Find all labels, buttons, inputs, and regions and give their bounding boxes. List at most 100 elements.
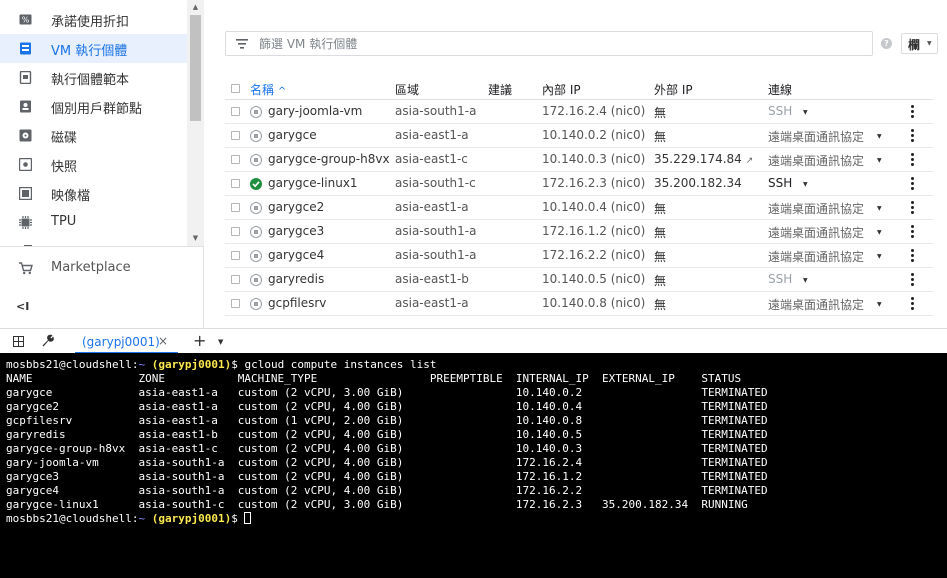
terminal[interactable]: mosbbs21@cloudshell:~ (garypj0001)$ gclo… <box>0 353 947 578</box>
help-icon[interactable]: ? <box>881 38 892 49</box>
instance-name-link[interactable]: garygce-linux1 <box>268 176 358 190</box>
row-checkbox[interactable] <box>231 299 240 308</box>
instance-name-link[interactable]: garygce <box>268 128 317 142</box>
table-row[interactable]: gcpfilesrv asia-east1-a 10.140.0.8 (nic0) 無… <box>225 292 933 316</box>
external-ip[interactable]: 35.229.174.84 <box>654 152 742 166</box>
table-row[interactable]: gary-joomla-vm asia-south1-a 172.16.2.4 (n… <box>225 100 933 124</box>
row-checkbox[interactable] <box>231 131 240 140</box>
sidebar-item-6[interactable]: 映像檔 <box>0 179 187 208</box>
instance-name-link[interactable]: gary-joomla-vm <box>268 104 362 118</box>
shell-session-tab[interactable]: (garypj0001) × <box>75 329 178 354</box>
row-checkbox[interactable] <box>231 155 240 164</box>
grid-icon[interactable] <box>13 336 24 347</box>
stopped-status-icon <box>250 154 262 166</box>
table-row[interactable]: garygce4 asia-south1-a 172.16.2.2 (nic0) 無 遠… <box>225 244 933 268</box>
sidebar-item-4[interactable]: 磁碟 <box>0 121 187 150</box>
column-header-external-ip[interactable]: 外部 IP <box>654 81 693 98</box>
connect-dropdown-arrow[interactable]: ▼ <box>877 157 882 164</box>
select-all-checkbox[interactable] <box>231 84 240 93</box>
add-tab-button[interactable]: + <box>193 331 206 350</box>
filter-box[interactable] <box>225 31 873 56</box>
connect-dropdown-arrow[interactable]: ▼ <box>803 109 808 116</box>
instance-name-link[interactable]: gcpfilesrv <box>268 296 326 310</box>
column-header-zone[interactable]: 區域 <box>395 81 419 98</box>
sidebar-item-2[interactable]: 執行個體範本 <box>0 63 187 92</box>
more-actions-icon[interactable] <box>911 249 915 263</box>
external-ip: 無 <box>654 250 667 264</box>
close-icon[interactable]: × <box>158 334 168 348</box>
connect-button[interactable]: SSH <box>768 176 792 190</box>
columns-button[interactable]: 欄 ▼ <box>901 33 938 54</box>
connect-button[interactable]: 遠端桌面通訊協定 <box>768 224 864 241</box>
table-row[interactable]: garygce-group-h8vx asia-east1-c 10.140.0.3… <box>225 148 933 172</box>
nic-label: (nic0) <box>610 200 646 214</box>
internal-ip-cell: 172.16.2.3 (nic0) <box>542 176 645 190</box>
connect-dropdown-arrow[interactable]: ▼ <box>803 181 808 188</box>
stopped-status-icon <box>250 226 262 238</box>
connect-dropdown-arrow[interactable]: ▼ <box>877 205 882 212</box>
connect-dropdown-arrow[interactable]: ▼ <box>877 301 882 308</box>
column-header-connect[interactable]: 連線 <box>768 81 792 98</box>
terminal-prompt-line[interactable]: mosbbs21@cloudshell:~ (garypj0001)$ <box>6 512 947 526</box>
sidebar-item-3[interactable]: 個別用戶群節點 <box>0 92 187 121</box>
instance-name-link[interactable]: garygce-group-h8vx <box>268 152 390 166</box>
connect-dropdown-arrow[interactable]: ▼ <box>803 277 808 284</box>
sidebar-item-marketplace[interactable]: Marketplace <box>0 255 187 281</box>
connect-dropdown-arrow[interactable]: ▼ <box>877 253 882 260</box>
tpu-icon <box>19 216 32 229</box>
terminal-output-line: gcpfilesrv asia-east1-a custom (1 vCPU, … <box>6 414 768 427</box>
row-checkbox[interactable] <box>231 203 240 212</box>
connect-dropdown-arrow[interactable]: ▼ <box>877 133 882 140</box>
collapse-sidebar-button[interactable]: <I <box>16 300 29 313</box>
table-row[interactable]: garygce asia-east1-a 10.140.0.2 (nic0) 無 遠端桌… <box>225 124 933 148</box>
more-actions-icon[interactable] <box>911 105 915 119</box>
column-header-name[interactable]: 名稱 ^ <box>250 81 286 98</box>
connect-button[interactable]: 遠端桌面通訊協定 <box>768 128 864 145</box>
table-row[interactable]: garygce-linux1 asia-south1-c 172.16.2.3 (n… <box>225 172 933 196</box>
more-actions-icon[interactable] <box>911 153 915 167</box>
instance-name-link[interactable]: garygce4 <box>268 248 324 262</box>
filter-input[interactable] <box>259 35 859 53</box>
instance-name-link[interactable]: garygce2 <box>268 200 324 214</box>
scroll-up-arrow[interactable]: ▲ <box>190 2 201 12</box>
internal-ip-cell: 172.16.2.2 (nic0) <box>542 248 645 262</box>
table-row[interactable]: garygce3 asia-south1-a 172.16.1.2 (nic0) 無 遠… <box>225 220 933 244</box>
connect-dropdown-arrow[interactable]: ▼ <box>877 229 882 236</box>
more-actions-icon[interactable] <box>911 177 915 191</box>
more-actions-icon[interactable] <box>911 225 915 239</box>
connect-button[interactable]: SSH <box>768 104 792 118</box>
connect-button[interactable]: 遠端桌面通訊協定 <box>768 152 864 169</box>
sidebar-item-1[interactable]: VM 執行個體 <box>0 34 187 63</box>
sidebar-item-0[interactable]: % 承諾使用折扣 <box>0 5 187 34</box>
more-actions-icon[interactable] <box>911 273 915 287</box>
more-actions-icon[interactable] <box>911 201 915 215</box>
connect-button[interactable]: SSH <box>768 272 792 286</box>
sidebar-item-8[interactable]: 執行個體群組 <box>0 237 187 246</box>
sidebar-item-7[interactable]: TPU <box>0 208 187 237</box>
table-row[interactable]: garyredis asia-east1-b 10.140.0.5 (nic0) 無 S… <box>225 268 933 292</box>
column-header-recommendation[interactable]: 建議 <box>488 81 512 98</box>
column-header-internal-ip[interactable]: 內部 IP <box>542 81 581 98</box>
row-checkbox[interactable] <box>231 179 240 188</box>
connect-button[interactable]: 遠端桌面通訊協定 <box>768 296 864 313</box>
prompt-project: (garypj0001) <box>151 512 232 525</box>
sidebar-item-5[interactable]: 快照 <box>0 150 187 179</box>
sidebar-scrollbar-thumb[interactable] <box>190 15 201 121</box>
terminal-output-line: garygce3 asia-south1-a custom (2 vCPU, 4… <box>6 470 768 483</box>
row-checkbox[interactable] <box>231 107 240 116</box>
scroll-down-arrow[interactable]: ▼ <box>190 233 201 243</box>
connect-button[interactable]: 遠端桌面通訊協定 <box>768 248 864 265</box>
connect-button[interactable]: 遠端桌面通訊協定 <box>768 200 864 217</box>
tab-menu-dropdown[interactable]: ▼ <box>218 338 223 346</box>
instance-name-link[interactable]: garygce3 <box>268 224 324 238</box>
sidebar-item-label: Marketplace <box>51 260 131 275</box>
more-actions-icon[interactable] <box>911 297 915 311</box>
instance-name-link[interactable]: garyredis <box>268 272 324 286</box>
row-checkbox[interactable] <box>231 227 240 236</box>
table-row[interactable]: garygce2 asia-east1-a 10.140.0.4 (nic0) 無 遠端… <box>225 196 933 220</box>
row-checkbox[interactable] <box>231 251 240 260</box>
external-link-icon[interactable]: ↗ <box>746 156 754 166</box>
row-checkbox[interactable] <box>231 275 240 284</box>
more-actions-icon[interactable] <box>911 129 915 143</box>
wrench-icon[interactable] <box>41 334 54 347</box>
